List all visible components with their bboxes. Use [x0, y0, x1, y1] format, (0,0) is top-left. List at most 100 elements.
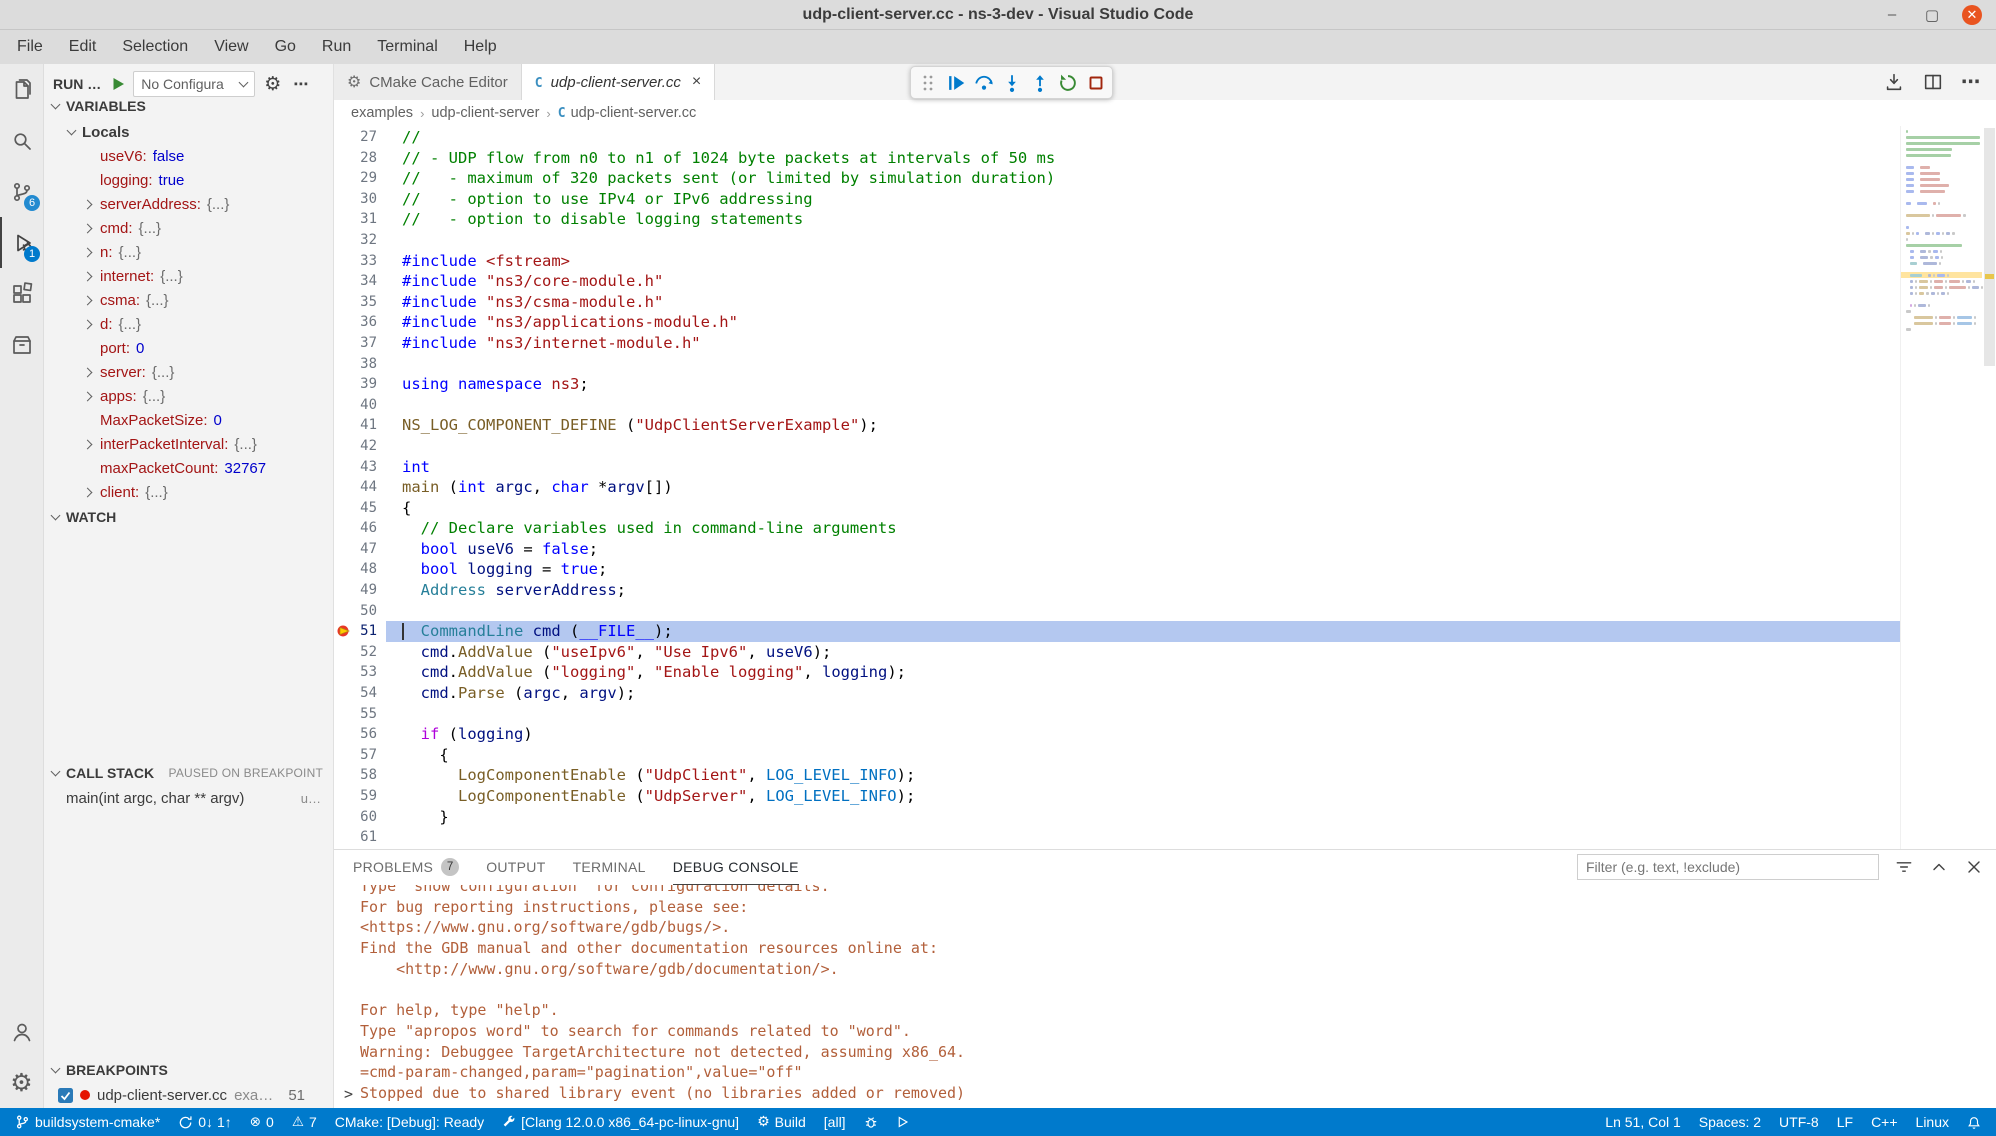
menu-run[interactable]: Run: [309, 30, 364, 64]
status-item-debug-bug-icon[interactable]: [855, 1108, 887, 1136]
variable-row[interactable]: logging:true: [44, 168, 333, 192]
line-number[interactable]: 39: [334, 374, 386, 395]
status-item-play-icon[interactable]: [887, 1108, 918, 1136]
code-lines[interactable]: 27//28// - UDP flow from n0 to n1 of 102…: [334, 126, 1900, 849]
activity-source-control[interactable]: 6: [0, 166, 43, 217]
breakpoint-checkbox[interactable]: [58, 1088, 73, 1103]
code-line-46[interactable]: 46 // Declare variables used in command-…: [334, 518, 1900, 539]
status-item--clang-12-0-0-x86-64-pc-[interactable]: [Clang 12.0.0 x86_64-pc-linux-gnu]: [493, 1108, 748, 1136]
step-out-button[interactable]: [1026, 69, 1053, 96]
variable-row[interactable]: n:{...}: [44, 240, 333, 264]
line-number[interactable]: 43: [334, 457, 386, 478]
line-number[interactable]: 28: [334, 148, 386, 169]
code-line-35[interactable]: 35#include "ns3/csma-module.h": [334, 292, 1900, 313]
account-button[interactable]: [0, 1006, 43, 1057]
variable-row[interactable]: apps:{...}: [44, 384, 333, 408]
activity-extensions[interactable]: [0, 268, 43, 319]
code-line-60[interactable]: 60 }: [334, 807, 1900, 828]
variable-row[interactable]: interPacketInterval:{...}: [44, 432, 333, 456]
line-number[interactable]: 45: [334, 498, 386, 519]
menu-go[interactable]: Go: [262, 30, 309, 64]
breakpoints-section-header[interactable]: BREAKPOINTS: [44, 1058, 333, 1082]
minimize-button[interactable]: –: [1882, 5, 1902, 25]
code-line-47[interactable]: 47 bool useV6 = false;: [334, 539, 1900, 560]
console-filter-input[interactable]: [1577, 854, 1879, 880]
code-line-45[interactable]: 45{: [334, 498, 1900, 519]
breadcrumb-item[interactable]: Cudp-client-server.cc: [558, 105, 697, 121]
variable-row[interactable]: port:0: [44, 336, 333, 360]
status-item-7[interactable]: ⚠7: [283, 1108, 326, 1136]
line-number[interactable]: 32: [334, 230, 386, 251]
variable-row[interactable]: serverAddress:{...}: [44, 192, 333, 216]
close-icon[interactable]: [1964, 857, 1984, 877]
tab-udp-client-server-cc[interactable]: Cudp-client-server.cc×: [522, 64, 716, 100]
code-line-51[interactable]: 51 CommandLine cmd (__FILE__);: [334, 621, 1900, 642]
line-number[interactable]: 31: [334, 209, 386, 230]
code-line-39[interactable]: 39using namespace ns3;: [334, 374, 1900, 395]
code-line-40[interactable]: 40: [334, 395, 1900, 416]
status-item-0[interactable]: ⊗0: [241, 1108, 283, 1136]
code-line-42[interactable]: 42: [334, 436, 1900, 457]
line-number[interactable]: 34: [334, 271, 386, 292]
filter-icon[interactable]: [1894, 857, 1914, 877]
line-number[interactable]: 41: [334, 415, 386, 436]
code-line-29[interactable]: 29// - maximum of 320 packets sent (or l…: [334, 168, 1900, 189]
run-settings-gear-icon[interactable]: ⚙: [264, 75, 281, 94]
line-number[interactable]: 36: [334, 312, 386, 333]
line-number[interactable]: 59: [334, 786, 386, 807]
stop-button[interactable]: [1082, 69, 1109, 96]
manage-button[interactable]: ⚙: [0, 1057, 43, 1108]
menu-selection[interactable]: Selection: [109, 30, 201, 64]
line-number[interactable]: 53: [334, 662, 386, 683]
code-editor[interactable]: 27//28// - UDP flow from n0 to n1 of 102…: [334, 126, 1996, 849]
code-line-56[interactable]: 56 if (logging): [334, 724, 1900, 745]
line-number[interactable]: 44: [334, 477, 386, 498]
code-line-61[interactable]: 61: [334, 827, 1900, 848]
maximize-button[interactable]: ▢: [1922, 5, 1942, 25]
code-line-36[interactable]: 36#include "ns3/applications-module.h": [334, 312, 1900, 333]
code-line-52[interactable]: 52 cmd.AddValue ("useIpv6", "Use Ipv6", …: [334, 642, 1900, 663]
line-number[interactable]: 54: [334, 683, 386, 704]
variable-row[interactable]: MaxPacketSize:0: [44, 408, 333, 432]
line-number[interactable]: 37: [334, 333, 386, 354]
line-number[interactable]: 52: [334, 642, 386, 663]
panel-tab-output[interactable]: OUTPUT: [486, 850, 545, 885]
line-number[interactable]: 55: [334, 704, 386, 725]
scrollbar-track[interactable]: [1983, 126, 1996, 849]
breadcrumb-item[interactable]: udp-client-server: [431, 105, 539, 121]
status-item-bell-icon[interactable]: [1958, 1108, 1990, 1136]
chevron-up-icon[interactable]: [1929, 857, 1949, 877]
more-actions-icon[interactable]: ⋯: [1961, 71, 1981, 94]
status-item-ln-51-col-1[interactable]: Ln 51, Col 1: [1596, 1108, 1690, 1136]
line-number[interactable]: 58: [334, 765, 386, 786]
line-number[interactable]: 57: [334, 745, 386, 766]
drag-grip-button[interactable]: [914, 69, 941, 96]
code-line-37[interactable]: 37#include "ns3/internet-module.h": [334, 333, 1900, 354]
start-debug-icon[interactable]: [110, 76, 126, 92]
run-more-actions-icon[interactable]: ⋯: [293, 75, 309, 93]
minimap[interactable]: [1900, 126, 1996, 849]
scrollbar-thumb[interactable]: [1984, 128, 1995, 366]
debug-console[interactable]: Type "show configuration" for configurat…: [334, 885, 1996, 1108]
menu-file[interactable]: File: [4, 30, 56, 64]
status-item-buildsystem-cmake-[interactable]: buildsystem-cmake*: [6, 1108, 169, 1136]
line-number[interactable]: 49: [334, 580, 386, 601]
code-line-41[interactable]: 41NS_LOG_COMPONENT_DEFINE ("UdpClientSer…: [334, 415, 1900, 436]
code-line-54[interactable]: 54 cmd.Parse (argc, argv);: [334, 683, 1900, 704]
download-icon[interactable]: [1883, 71, 1905, 93]
code-line-31[interactable]: 31// - option to disable logging stateme…: [334, 209, 1900, 230]
code-line-55[interactable]: 55: [334, 704, 1900, 725]
line-number[interactable]: 60: [334, 807, 386, 828]
breadcrumb-item[interactable]: examples: [351, 105, 413, 121]
line-number[interactable]: 33: [334, 251, 386, 272]
code-line-49[interactable]: 49 Address serverAddress;: [334, 580, 1900, 601]
status-item-0-1-[interactable]: 0↓ 1↑: [169, 1108, 240, 1136]
code-line-57[interactable]: 57 {: [334, 745, 1900, 766]
line-number[interactable]: 50: [334, 601, 386, 622]
split-editor-icon[interactable]: [1922, 71, 1944, 93]
code-line-32[interactable]: 32: [334, 230, 1900, 251]
menu-terminal[interactable]: Terminal: [364, 30, 450, 64]
panel-tab-debug-console[interactable]: DEBUG CONSOLE: [673, 850, 799, 885]
code-line-44[interactable]: 44main (int argc, char *argv[]): [334, 477, 1900, 498]
variable-row[interactable]: d:{...}: [44, 312, 333, 336]
